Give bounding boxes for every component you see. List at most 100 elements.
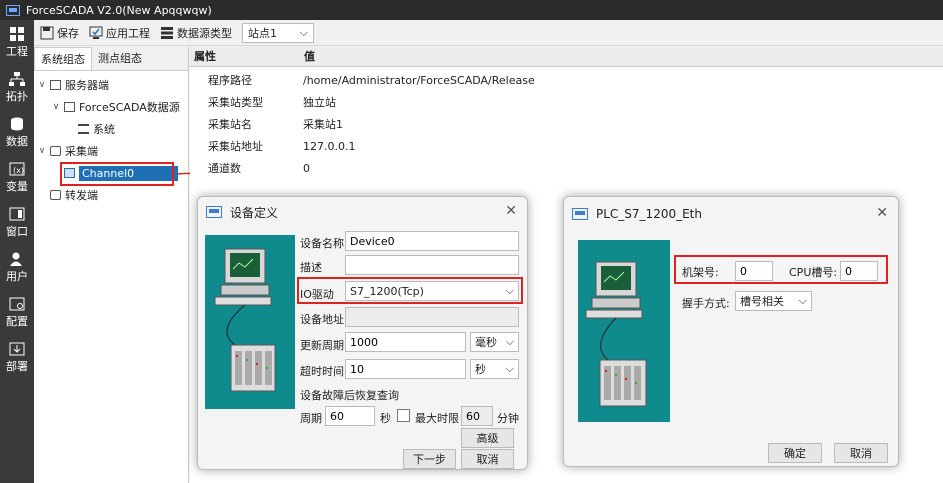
apply-label: 应用工程 (106, 26, 150, 40)
handshake-label: 握手方式: (682, 297, 730, 310)
forwarder-icon (50, 190, 61, 200)
handshake-value: 槽号相关 (740, 295, 784, 308)
ok-button[interactable]: 确定 (768, 443, 822, 463)
apply-icon (89, 26, 103, 39)
device-address-label: 设备地址 (300, 313, 344, 326)
tree-item-forwarder[interactable]: 转发端 (34, 184, 188, 206)
nav-project[interactable]: 工程 (0, 20, 34, 65)
app-icon (6, 4, 20, 16)
tree-label: 系统 (93, 123, 115, 136)
rack-number-label: 机架号: (682, 266, 719, 279)
update-period-label: 更新周期 (300, 339, 344, 352)
close-icon[interactable]: ✕ (505, 203, 517, 219)
nav-variable[interactable]: (x) 变量 (0, 155, 34, 200)
dialog-title: 设备定义 (230, 205, 279, 220)
tab-point-config[interactable]: 测点组态 (92, 47, 148, 70)
timeout-unit-select[interactable]: 秒 ⌵ (470, 359, 519, 379)
cycle-input[interactable] (325, 406, 375, 426)
chevron-down-icon: ⌵ (505, 362, 514, 375)
header-property: 属性 (194, 50, 216, 63)
device-address-input[interactable] (345, 307, 519, 327)
title-bar: ForceSCADA V2.0(New Apqqwqw) (0, 0, 943, 20)
cpu-slot-input[interactable] (840, 261, 878, 281)
tree-item-server[interactable]: ∨ 服务器端 (34, 74, 188, 96)
table-row: 采集站类型 独立站 (190, 91, 943, 113)
apply-project-button[interactable]: 应用工程 (89, 25, 150, 41)
close-icon[interactable]: ✕ (876, 205, 888, 221)
nav-label: 数据 (6, 134, 28, 148)
recovery-query-label: 设备故障后恢复查询 (300, 389, 399, 402)
chevron-down-icon[interactable]: ∨ (50, 102, 62, 112)
server-icon (161, 26, 173, 39)
toolbar: 保存 应用工程 数据源类型 站点1 ⌵ (34, 20, 943, 46)
update-period-input[interactable] (345, 332, 466, 352)
nav-window[interactable]: 窗口 (0, 200, 34, 245)
advanced-button[interactable]: 高级 (461, 428, 514, 448)
table-row: 程序路径/home/Administrator/ForceSCADA/Relea… (190, 69, 943, 91)
save-label: 保存 (57, 26, 79, 40)
tree-label: ForceSCADA数据源 (79, 101, 180, 114)
tree-label: 服务器端 (65, 79, 109, 92)
cancel-button[interactable]: 取消 (461, 449, 514, 469)
tree-item-collector[interactable]: ∨ 采集端 (34, 140, 188, 162)
tree-item-system[interactable]: 系统 (34, 118, 188, 140)
table-row: 采集站地址 127.0.0.1 (190, 135, 943, 157)
nav-data[interactable]: 数据 (0, 110, 34, 155)
nav-label: 工程 (6, 44, 28, 58)
device-definition-dialog: 设备定义 ✕ 设备名称 描述 IO驱动 S7_1200(Tcp) ⌵ 设备地址 … (197, 196, 528, 470)
chevron-down-icon[interactable]: ∨ (36, 80, 48, 90)
tree-item-datasource[interactable]: ∨ ForceSCADA数据源 (34, 96, 188, 118)
period-unit-value: 毫秒 (475, 336, 497, 349)
datasource-type-button[interactable]: 数据源类型 (160, 25, 232, 41)
window-title: ForceSCADA V2.0(New Apqqwqw) (26, 3, 212, 17)
window-icon (9, 207, 25, 220)
datasource-label: 数据源类型 (177, 26, 232, 40)
prop-key: 采集站地址 (208, 140, 263, 153)
nav-topology[interactable]: 拓扑 (0, 65, 34, 110)
tree-label: 采集端 (65, 145, 98, 158)
update-period-unit-select[interactable]: 毫秒 ⌵ (470, 332, 519, 352)
dialog-titlebar: 设备定义 ✕ (198, 197, 527, 227)
deploy-icon (9, 342, 25, 355)
save-button[interactable]: 保存 (40, 25, 79, 41)
computer-plc-icon (214, 248, 276, 392)
cancel-button[interactable]: 取消 (834, 443, 888, 463)
properties-header: 属性 值 (190, 47, 943, 67)
io-driver-highlight (297, 277, 523, 304)
handshake-select[interactable]: 槽号相关 ⌵ (735, 291, 812, 311)
nav-config[interactable]: 配置 (0, 290, 34, 335)
sidebar-tabs: 系统组态 测点组态 (34, 47, 188, 71)
rack-number-input[interactable] (735, 261, 773, 281)
device-illustration (578, 240, 670, 422)
prop-key: 通道数 (208, 162, 241, 175)
nav-label: 变量 (6, 179, 28, 193)
chevron-down-icon[interactable]: ∨ (36, 146, 48, 156)
prop-value: 0 (303, 161, 310, 175)
dialog-icon (572, 208, 588, 220)
description-input[interactable] (345, 255, 519, 275)
prop-key: 采集站名 (208, 118, 252, 131)
timeout-input[interactable] (345, 359, 466, 379)
timeout-label: 超时时间 (300, 365, 344, 378)
max-limit-input[interactable] (461, 406, 493, 426)
svg-text:(x): (x) (13, 166, 24, 175)
nav-deploy[interactable]: 部署 (0, 335, 34, 380)
device-illustration (205, 235, 295, 409)
station-select[interactable]: 站点1 ⌵ (242, 22, 314, 43)
prop-key: 程序路径 (208, 74, 252, 87)
prop-value: 127.0.0.1 (303, 139, 356, 153)
nav-label: 拓扑 (6, 89, 28, 103)
next-button[interactable]: 下一步 (403, 449, 456, 469)
max-limit-checkbox[interactable] (397, 409, 410, 422)
tab-system-config[interactable]: 系统组态 (34, 47, 92, 70)
sidebar: 系统组态 测点组态 ∨ 服务器端 ∨ ForceSCADA数据源 系统 ∨ 采集… (34, 47, 189, 483)
device-name-input[interactable] (345, 231, 519, 251)
variable-icon: (x) (9, 162, 25, 175)
dialog-titlebar: PLC_S7_1200_Eth ✕ (564, 197, 898, 231)
max-limit-unit-label: 分钟 (497, 412, 519, 425)
nav-label: 窗口 (6, 224, 28, 238)
dialog-title: PLC_S7_1200_Eth (596, 207, 702, 221)
prop-value: 采集站1 (303, 118, 343, 131)
cycle-label: 周期 (300, 412, 322, 425)
nav-user[interactable]: 用户 (0, 245, 34, 290)
